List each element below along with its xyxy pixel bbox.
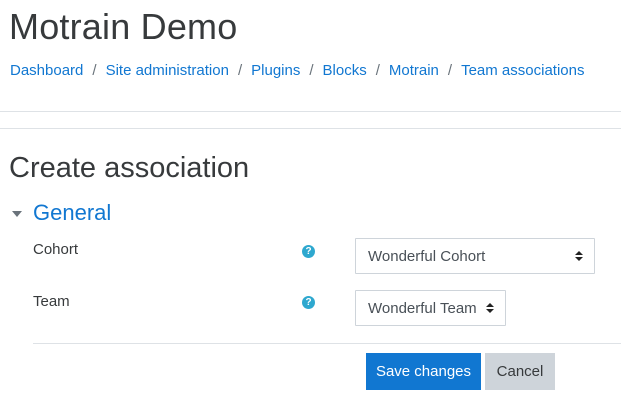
form-divider [33,343,621,344]
breadcrumb-plugins[interactable]: Plugins [251,62,300,79]
content-divider [0,128,621,129]
save-changes-button[interactable]: Save changes [366,353,481,390]
team-select[interactable]: Wonderful Team [355,290,506,326]
breadcrumb-blocks[interactable]: Blocks [323,62,367,79]
breadcrumb-motrain[interactable]: Motrain [389,62,439,79]
caret-down-icon [12,211,22,217]
breadcrumb-separator: / [447,62,453,79]
sort-arrows-icon [486,303,494,313]
cancel-button[interactable]: Cancel [485,353,555,390]
breadcrumb-dashboard[interactable]: Dashboard [10,62,83,79]
team-label: Team [33,293,70,310]
section-title: General [33,200,112,225]
breadcrumb-separator: / [237,62,243,79]
cohort-help-icon[interactable]: ? [302,245,315,258]
breadcrumb-site-administration[interactable]: Site administration [106,62,229,79]
section-toggle-general[interactable]: General [12,200,111,226]
cohort-selected-value: Wonderful Cohort [368,247,486,265]
cohort-select[interactable]: Wonderful Cohort [355,238,595,274]
sort-arrows-icon [575,251,583,261]
cohort-label: Cohort [33,241,79,258]
team-help-icon[interactable]: ? [302,296,315,309]
page-title: Create association [9,152,250,184]
breadcrumb-separator: / [309,62,314,79]
breadcrumb: Dashboard / Site administration / Plugin… [10,62,584,79]
breadcrumb-separator: / [375,62,380,79]
breadcrumb-team-associations[interactable]: Team associations [461,62,584,79]
header-divider [0,111,621,112]
site-title: Motrain Demo [9,6,238,47]
breadcrumb-separator: / [92,62,97,79]
team-selected-value: Wonderful Team [368,299,477,317]
